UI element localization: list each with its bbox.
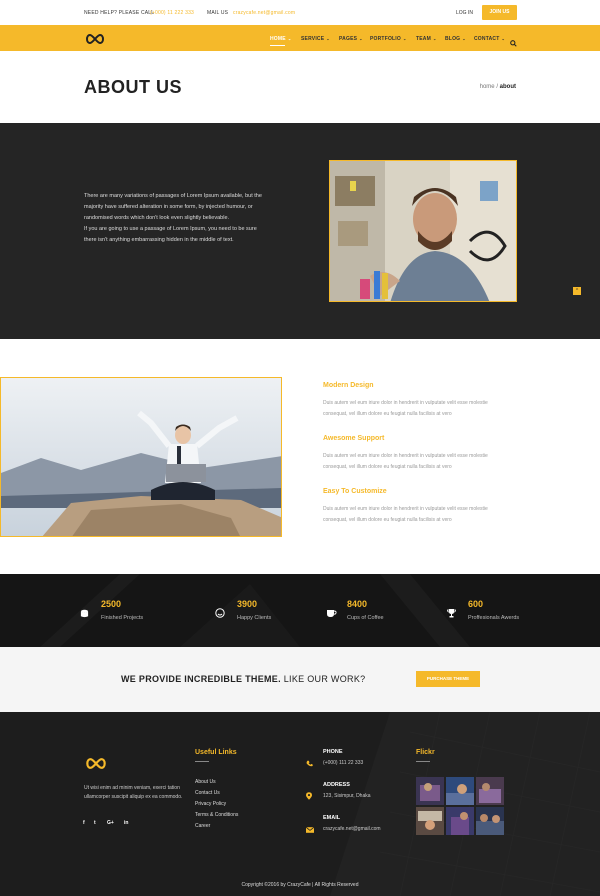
map-pin-icon bbox=[306, 787, 312, 805]
intro-paragraph-2: If you are going to use a passage of Lor… bbox=[84, 226, 257, 243]
stat-number: 2500 bbox=[101, 599, 122, 609]
footer-link[interactable]: Terms & Conditions bbox=[195, 812, 238, 818]
feature-desc: Duis autem vel eum iriure dolor in hendr… bbox=[323, 400, 488, 417]
useful-links-title: Useful Links bbox=[195, 749, 237, 756]
nav-pages[interactable]: PAGES ⌄ bbox=[339, 36, 363, 42]
mail-label: MAIL US bbox=[207, 10, 229, 16]
title-underline bbox=[195, 761, 209, 762]
contact-title: EMAIL bbox=[323, 815, 341, 821]
flickr-title: Flickr bbox=[416, 749, 435, 756]
feature-desc: Duis autem vel eum iriure dolor in hendr… bbox=[323, 506, 488, 523]
contact-title: PHONE bbox=[323, 749, 343, 755]
login-link[interactable]: LOG IN bbox=[456, 10, 473, 16]
flickr-thumbnail[interactable] bbox=[476, 777, 504, 805]
purchase-theme-button[interactable]: PURCHASE THEME bbox=[416, 671, 480, 687]
nav-contact[interactable]: CONTACT ⌄ bbox=[474, 36, 505, 42]
footer-about-text: Ut wisi enim ad minim veniam, exerci tat… bbox=[84, 785, 183, 800]
footer-link[interactable]: About Us bbox=[195, 779, 216, 785]
footer-link[interactable]: Contact Us bbox=[195, 790, 220, 796]
footer-link[interactable]: Privacy Policy bbox=[195, 801, 226, 807]
intro-paragraph-1: There are many variations of passages of… bbox=[84, 193, 262, 221]
footer-logo-icon[interactable] bbox=[84, 757, 108, 775]
envelope-icon bbox=[305, 820, 315, 838]
arrow-up-icon: ^ bbox=[575, 288, 579, 294]
cta-bold-text: WE PROVIDE INCREDIBLE THEME. bbox=[121, 674, 281, 684]
breadcrumb-home[interactable]: home bbox=[480, 84, 495, 90]
nav-blog[interactable]: BLOG ⌄ bbox=[445, 36, 466, 42]
twitter-icon[interactable]: t bbox=[94, 820, 96, 826]
nav-portfolio[interactable]: PORTFOLIO ⌄ bbox=[370, 36, 407, 42]
nav-service[interactable]: SERVICE ⌄ bbox=[301, 36, 330, 42]
cta-text: WE PROVIDE INCREDIBLE THEME. LIKE OUR WO… bbox=[121, 674, 365, 684]
breadcrumb-current: about bbox=[499, 84, 516, 90]
stat-label: Finished Projects bbox=[101, 615, 144, 621]
email-link[interactable]: crazycafe.net@gmail.com bbox=[233, 10, 295, 16]
flickr-thumbnail[interactable] bbox=[446, 777, 474, 805]
copyright-text: Copyright ©2016 by CrazyCafe | All Right… bbox=[241, 882, 359, 888]
database-icon bbox=[80, 605, 89, 623]
contact-value[interactable]: crazycafe.net@gmail.com bbox=[323, 826, 381, 832]
phone-icon bbox=[306, 754, 313, 772]
stat-label: Happy Clients bbox=[237, 615, 272, 621]
page-title: ABOUT US bbox=[84, 77, 182, 97]
flickr-thumbnail[interactable] bbox=[446, 807, 474, 835]
contact-value: 123, Sisimpur, Dhaka bbox=[323, 793, 371, 799]
flickr-thumbnail[interactable] bbox=[416, 777, 444, 805]
smile-icon bbox=[215, 605, 225, 623]
scroll-to-top-button[interactable]: ^ bbox=[573, 287, 581, 295]
footer bbox=[0, 712, 600, 896]
feature-title: Modern Design bbox=[323, 382, 374, 389]
linkedin-icon[interactable]: in bbox=[124, 820, 128, 826]
stat-number: 3900 bbox=[237, 599, 258, 609]
search-icon[interactable] bbox=[510, 34, 517, 52]
contact-value: (+000) 111 22 333 bbox=[323, 760, 364, 766]
stats-section bbox=[0, 574, 600, 647]
join-us-button[interactable]: JOIN US bbox=[482, 5, 517, 20]
infinity-logo-icon[interactable] bbox=[84, 32, 106, 50]
nav-team[interactable]: TEAM ⌄ bbox=[416, 36, 437, 42]
nav-home[interactable]: HOME ⌄ bbox=[270, 36, 291, 46]
office-man-photo bbox=[329, 160, 517, 302]
footer-link[interactable]: Career bbox=[195, 823, 210, 829]
stat-label: Cups of Coffee bbox=[347, 615, 384, 621]
google-plus-icon[interactable]: G+ bbox=[107, 820, 114, 826]
flickr-thumbnail[interactable] bbox=[416, 807, 444, 835]
breadcrumb: home / about bbox=[480, 84, 516, 90]
phone-link[interactable]: (+000) 11 222 333 bbox=[150, 10, 194, 16]
coffee-cup-icon bbox=[326, 605, 337, 623]
breadcrumb-separator: / bbox=[496, 84, 498, 90]
stat-number: 600 bbox=[468, 599, 484, 609]
stat-label: Proffesionals Awerds bbox=[468, 615, 520, 621]
facebook-icon[interactable]: f bbox=[83, 820, 85, 826]
feature-desc: Duis autem vel eum iriure dolor in hendr… bbox=[323, 453, 488, 470]
contact-title: ADDRESS bbox=[323, 782, 350, 788]
feature-title: Easy To Customize bbox=[323, 488, 387, 495]
intro-text: There are many variations of passages of… bbox=[84, 191, 264, 246]
flickr-thumbnail[interactable] bbox=[476, 807, 504, 835]
trophy-icon bbox=[447, 605, 456, 623]
feature-title: Awesome Support bbox=[323, 435, 385, 442]
stat-number: 8400 bbox=[347, 599, 368, 609]
help-label: NEED HELP? PLEASE CALL bbox=[84, 10, 155, 16]
laptop-man-photo bbox=[0, 377, 282, 537]
title-underline bbox=[416, 761, 430, 762]
cta-rest-text: LIKE OUR WORK? bbox=[280, 674, 366, 684]
